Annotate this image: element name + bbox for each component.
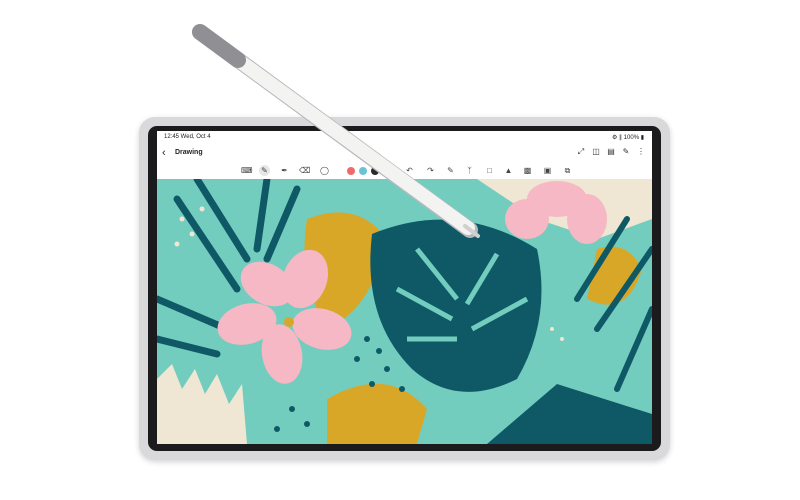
- status-bar: 12:45 Wed, Oct 4 ⚙ ∥ 100% ▮: [157, 131, 652, 145]
- color-swatch-dark[interactable]: [371, 167, 379, 175]
- tropical-artwork[interactable]: [157, 179, 652, 444]
- color-swatch-red[interactable]: [347, 167, 355, 175]
- expand-icon[interactable]: ⤢: [576, 147, 586, 157]
- chevron-left-icon[interactable]: ‹: [162, 147, 166, 159]
- keyboard-icon[interactable]: ⌨: [241, 165, 253, 176]
- lasso-icon[interactable]: ◯: [319, 165, 330, 176]
- book-icon[interactable]: ◫: [591, 147, 601, 157]
- text-icon[interactable]: ᛉ: [464, 165, 475, 176]
- status-indicators: ⚙ ∥ 100% ▮: [611, 135, 644, 141]
- pen-icon[interactable]: ✎: [621, 147, 631, 157]
- copy-icon[interactable]: ⧉: [562, 165, 573, 176]
- layers-icon[interactable]: ▲: [503, 165, 514, 176]
- undo-icon[interactable]: ↶: [404, 165, 415, 176]
- stamp-icon[interactable]: ▣: [542, 165, 553, 176]
- app-title-bar: ‹ Drawing ⤢ ◫ ▤ ✎ ⋮: [157, 145, 652, 163]
- insert-icon[interactable]: ✎: [445, 165, 456, 176]
- redo-icon[interactable]: ↷: [425, 165, 436, 176]
- top-actions: ⤢ ◫ ▤ ✎ ⋮: [576, 147, 646, 157]
- page-title: Drawing: [175, 149, 203, 156]
- flower-center: [284, 317, 294, 327]
- eraser-icon[interactable]: ⌫: [299, 165, 310, 176]
- more-icon[interactable]: ⋮: [636, 147, 646, 157]
- pen-tool-icon[interactable]: ✎: [259, 165, 270, 176]
- status-time: 12:45 Wed, Oct 4: [164, 134, 211, 140]
- tablet-screen: 12:45 Wed, Oct 4 ⚙ ∥ 100% ▮ ‹ Drawing ⤢ …: [157, 131, 652, 444]
- fill-icon[interactable]: ▩: [522, 165, 533, 176]
- brush-icon[interactable]: ✒: [279, 165, 290, 176]
- color-swatch-teal[interactable]: [359, 167, 367, 175]
- shape-icon[interactable]: □: [484, 165, 495, 176]
- page-icon[interactable]: ▤: [606, 147, 616, 157]
- drawing-toolbar: ⌨ ✎ ✒ ⌫ ◯ ↶ ↷ ✎ ᛉ □ ▲ ▩ ▣ ⧉: [157, 164, 652, 178]
